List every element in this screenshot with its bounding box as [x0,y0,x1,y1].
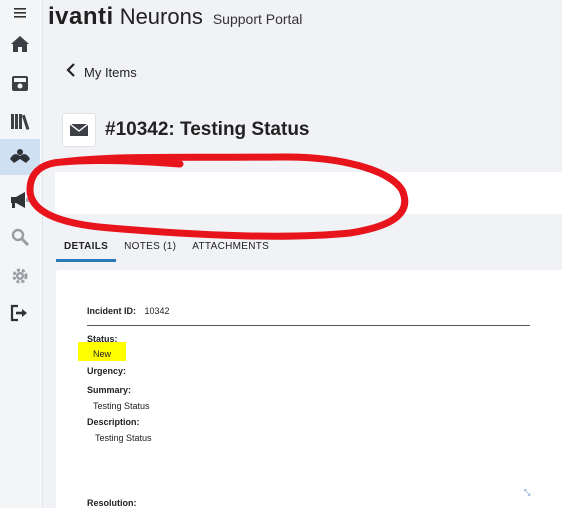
summary-value: Testing Status [93,401,150,411]
back-link-label: My Items [84,65,137,80]
back-to-my-items-link[interactable]: My Items [66,63,137,82]
detail-tabs: DETAILS NOTES (1) ATTACHMENTS [56,236,277,262]
chevron-left-icon [66,63,76,82]
status-value: New [93,349,112,359]
home-icon[interactable] [0,31,40,57]
gear-icon[interactable] [0,263,40,289]
envelope-icon [62,113,96,147]
resize-icon[interactable]: ⤡ [524,488,530,498]
resolution-label: Resolution: [87,498,137,508]
status-label: Status: [87,334,118,344]
incident-id-row: Incident ID: 10342 [87,306,170,316]
description-value: Testing Status [95,433,152,443]
side-nav [0,0,43,508]
megaphone-icon[interactable] [0,187,40,213]
service-hands-icon[interactable] [0,139,40,175]
search-icon[interactable] [0,224,40,250]
incident-title-row: #10342: Testing Status [62,113,310,147]
logout-icon[interactable] [0,300,40,326]
summary-label: Summary: [87,385,132,395]
details-card: Incident ID: 10342 Status: New Urgency: … [56,270,562,508]
product-name: Neurons [119,4,203,29]
menu-icon[interactable] [0,0,40,26]
tab-details[interactable]: DETAILS [56,236,117,262]
divider [87,325,530,326]
inbox-icon[interactable] [0,70,40,96]
page-title: #10342: Testing Status [105,119,310,140]
portal-name: Support Portal [212,11,303,27]
brand-header: ivanti Neurons Support Portal [48,3,302,31]
incident-id-value: 10342 [144,306,170,316]
tab-notes[interactable]: NOTES (1) [116,236,184,262]
description-label: Description: [87,417,140,427]
content-band [55,172,562,214]
ivanti-logo: ivanti [48,3,114,30]
urgency-label: Urgency: [87,366,127,376]
incident-id-label: Incident ID: [87,306,136,316]
library-icon[interactable] [0,108,40,134]
tab-attachments[interactable]: ATTACHMENTS [184,236,277,262]
